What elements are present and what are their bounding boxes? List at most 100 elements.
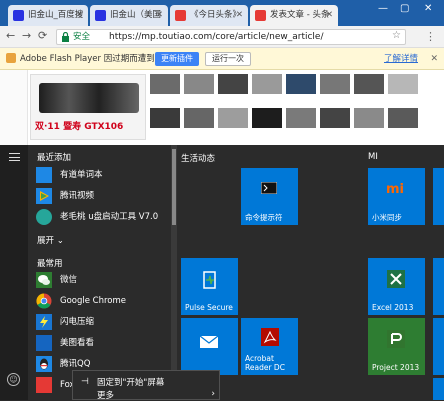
close-infobar-icon[interactable]: ✕ — [430, 48, 438, 70]
tab-publish-article[interactable]: 发表文章 - 头条 ✕ — [250, 5, 338, 26]
tile-acrobat[interactable]: Acrobat Reader DC — [241, 318, 298, 375]
baidu-favicon-icon — [13, 10, 24, 21]
tab-title: 《今日头条》 — [190, 10, 242, 20]
browser-menu-icon[interactable]: ⋮ — [425, 30, 436, 43]
thumbnail[interactable] — [388, 74, 418, 94]
tile-label: Acrobat Reader DC — [245, 354, 285, 372]
tile-pulse-secure[interactable]: Pulse Secure — [181, 258, 238, 315]
thumbnail[interactable] — [354, 108, 384, 128]
flash-blocked-infobar: Adobe Flash Player 因过期而遭到阻止 更新插件 运行一次 了解… — [0, 48, 444, 70]
tile-excel[interactable]: Excel 2013 — [368, 258, 425, 315]
learn-more-link[interactable]: 了解详情 — [384, 48, 418, 70]
thumbnail[interactable] — [252, 74, 282, 94]
thumbnail[interactable] — [252, 108, 282, 128]
user-account-icon[interactable]: ☺ — [7, 373, 20, 386]
chevron-right-icon: › — [211, 389, 215, 399]
thumbnail[interactable] — [354, 74, 384, 94]
app-label: 美图看看 — [60, 338, 95, 348]
plugin-puzzle-icon — [6, 53, 16, 63]
router-image — [39, 83, 139, 113]
close-window-button[interactable]: ✕ — [424, 3, 432, 14]
bookmark-star-icon[interactable]: ☆ — [392, 30, 401, 41]
mail-icon — [199, 335, 219, 348]
maximize-button[interactable]: ▢ — [400, 3, 409, 14]
wechat-icon — [36, 272, 52, 288]
app-label: 老毛桃 u盘启动工具 V7.0 — [60, 212, 159, 222]
forward-icon[interactable]: → — [22, 29, 31, 42]
pulse-secure-icon — [203, 271, 216, 289]
web-page-content: 双·11 暨寿 GTX106 — [0, 70, 444, 145]
address-toolbar: ← → ⟳ 安全 https://mp.toutiao.com/core/art… — [0, 26, 444, 48]
thumbnail[interactable] — [320, 74, 350, 94]
tile-project[interactable]: Project 2013 — [368, 318, 425, 375]
thumbnail[interactable] — [388, 108, 418, 128]
tencent-video-icon — [36, 188, 52, 204]
most-used-header: 最常用 — [37, 259, 63, 269]
thumbnail[interactable] — [286, 74, 316, 94]
excel-icon — [387, 270, 405, 288]
app-wechat[interactable]: 微信 — [36, 271, 176, 289]
app-list: 最近添加 有道单词本 腾讯视频 老毛桃 u盘启动工具 V7.0 展开 ⌄ 最常用… — [28, 145, 178, 400]
back-icon[interactable]: ← — [6, 29, 15, 42]
run-once-button[interactable]: 运行一次 — [205, 52, 251, 66]
tab-title: 发表文章 - 头条 — [270, 10, 330, 20]
pin-to-start-item[interactable]: ⊣ 固定到"开始"屏幕 — [73, 375, 221, 391]
app-label: 腾讯视频 — [60, 191, 95, 201]
tile-label: Project 2013 — [372, 363, 420, 372]
update-plugin-button[interactable]: 更新插件 — [155, 52, 199, 66]
flash-message: Adobe Flash Player 因过期而遭到阻止 — [20, 54, 172, 64]
expand-button[interactable]: 展开 ⌄ — [37, 234, 64, 246]
group-header-life[interactable]: 生活动态 — [181, 152, 215, 164]
tile-cmd[interactable]: 命令提示符 — [241, 168, 298, 225]
thumbnail[interactable] — [218, 74, 248, 94]
tile-mail[interactable] — [181, 318, 238, 375]
tile-partial[interactable] — [433, 378, 444, 400]
tile-partial[interactable] — [433, 318, 444, 375]
thumbnail[interactable] — [320, 108, 350, 128]
tile-label: Pulse Secure — [185, 303, 233, 312]
tab-sanfrancisco[interactable]: 旧金山（美国 ✕ — [90, 5, 168, 26]
close-tab-icon[interactable]: ✕ — [156, 5, 163, 25]
tile-label: 小米同步 — [372, 213, 402, 222]
start-menu: ☺ 最近添加 有道单词本 腾讯视频 老毛桃 u盘启动工具 V7.0 展开 ⌄ 最… — [0, 145, 444, 401]
tab-toutiao[interactable]: 《今日头条》 ✕ — [170, 5, 248, 26]
promo-banner[interactable]: 双·11 暨寿 GTX106 — [30, 74, 146, 140]
thumbnail-grid — [150, 74, 440, 140]
app-youdao-dict[interactable]: 有道单词本 — [36, 166, 176, 184]
expand-label: 展开 — [37, 236, 55, 246]
toutiao-favicon-icon — [255, 10, 266, 21]
close-tab-icon[interactable]: ✕ — [326, 5, 333, 25]
app-tencent-video[interactable]: 腾讯视频 — [36, 187, 176, 205]
app-label: 有道单词本 — [60, 170, 103, 180]
app-meitu[interactable]: 美图看看 — [36, 334, 176, 352]
url-text[interactable]: https://mp.toutiao.com/core/article/new_… — [109, 30, 324, 44]
tab-baidu-search[interactable]: 旧金山_百度搜 ✕ — [8, 5, 88, 26]
tile-partial[interactable] — [433, 168, 444, 225]
reload-icon[interactable]: ⟳ — [38, 29, 47, 42]
promo-text: 双·11 暨寿 GTX106 — [35, 122, 124, 132]
thumbnail[interactable] — [150, 108, 180, 128]
address-bar[interactable]: 安全 https://mp.toutiao.com/core/article/n… — [56, 29, 406, 45]
close-tab-icon[interactable]: ✕ — [236, 5, 243, 25]
pin-label: 固定到"开始"屏幕 — [97, 378, 165, 388]
close-tab-icon[interactable]: ✕ — [76, 5, 83, 25]
thumbnail[interactable] — [218, 108, 248, 128]
chevron-down-icon: ⌄ — [56, 236, 64, 246]
thumbnail[interactable] — [184, 74, 214, 94]
tile-partial[interactable] — [433, 258, 444, 315]
thumbnail[interactable] — [184, 108, 214, 128]
tile-mi-sync[interactable]: mi 小米同步 — [368, 168, 425, 225]
lock-icon — [62, 32, 69, 42]
app-list-scrollbar[interactable] — [171, 145, 177, 400]
app-label: 闪电压缩 — [60, 317, 95, 327]
browser-tab-bar: 旧金山_百度搜 ✕ 旧金山（美国 ✕ 《今日头条》 ✕ 发表文章 - 头条 ✕ … — [0, 0, 444, 26]
group-header-mi[interactable]: MI — [368, 152, 378, 162]
scrollbar-thumb[interactable] — [172, 149, 176, 225]
thumbnail[interactable] — [150, 74, 180, 94]
minimize-button[interactable]: — — [378, 3, 388, 14]
app-laomaotao[interactable]: 老毛桃 u盘启动工具 V7.0 — [36, 208, 176, 226]
hamburger-menu-icon[interactable] — [9, 153, 20, 161]
app-chrome[interactable]: Google Chrome — [36, 292, 176, 310]
thumbnail[interactable] — [286, 108, 316, 128]
app-shandian-zip[interactable]: 闪电压缩 — [36, 313, 176, 331]
